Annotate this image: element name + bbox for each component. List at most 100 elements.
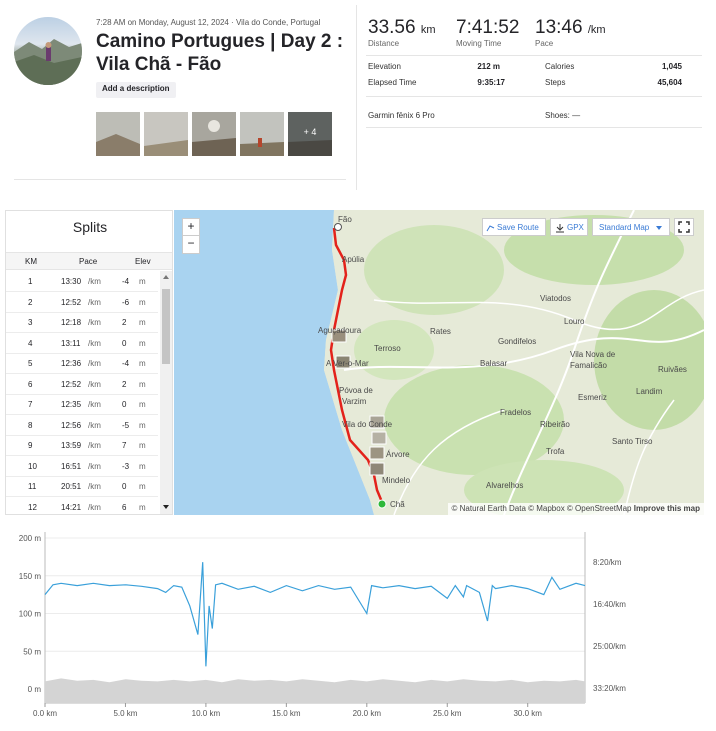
- stats-divider: [366, 55, 702, 56]
- split-elev: 2: [122, 379, 127, 389]
- map-place-label: Famalicão: [570, 361, 607, 370]
- start-marker-icon: [377, 499, 387, 509]
- y2-tick-label: 8:20/km: [593, 558, 622, 567]
- gpx-button[interactable]: GPX: [550, 218, 588, 236]
- split-pace-unit: /km: [88, 420, 101, 430]
- split-elev-unit: m: [139, 461, 146, 471]
- x-tick-label: 15.0 km: [272, 709, 301, 718]
- zoom-in-button[interactable]: +: [183, 219, 199, 236]
- y2-tick-label: 33:20/km: [593, 684, 626, 693]
- fullscreen-button[interactable]: [674, 218, 694, 236]
- photo-3: [192, 112, 236, 156]
- photo-thumbnail[interactable]: [144, 112, 188, 156]
- split-row[interactable]: 11 20:51/km 0 m: [6, 476, 158, 497]
- split-elev-unit: m: [139, 379, 146, 389]
- split-elev-unit: m: [139, 482, 146, 491]
- split-km: 2: [28, 297, 33, 307]
- map-style-dropdown[interactable]: Standard Map: [592, 218, 670, 236]
- improve-map-link[interactable]: Improve this map: [634, 504, 700, 513]
- x-tick-label: 20.0 km: [353, 709, 382, 718]
- map-place-label: Póvoa de: [339, 386, 373, 395]
- split-pace-unit: /km: [88, 318, 101, 327]
- distance-value: 33.56: [368, 17, 416, 38]
- splits-pace-header: Pace: [79, 257, 98, 266]
- split-row[interactable]: 8 12:56/km -5 m: [6, 415, 158, 436]
- distance-unit: km: [420, 24, 436, 36]
- split-elev-unit: m: [139, 400, 146, 409]
- split-row[interactable]: 10 16:51/km -3 m: [6, 456, 158, 477]
- split-pace-unit: /km: [88, 461, 101, 471]
- split-row[interactable]: 6 12:52/km 2 m: [6, 374, 158, 395]
- attribution-text[interactable]: © Natural Earth Data © Mapbox © OpenStre…: [452, 504, 632, 513]
- photo-thumbnail[interactable]: [240, 112, 284, 156]
- map-place-label: Esmeriz: [578, 393, 607, 402]
- split-elev: 0: [122, 338, 127, 348]
- map-place-label: Mindelo: [382, 476, 411, 485]
- split-elev-unit: m: [139, 297, 146, 307]
- y2-tick-label: 25:00/km: [593, 642, 626, 651]
- map-place-label: Viatodos: [540, 294, 571, 303]
- shoes-label: Shoes: —: [545, 111, 581, 120]
- avatar-photo: [14, 39, 82, 85]
- split-row[interactable]: 3 12:18/km 2 m: [6, 312, 158, 333]
- map-place-label: A Ver-o-Mar: [326, 359, 369, 368]
- add-description-button[interactable]: Add a description: [96, 82, 176, 98]
- steps-value: 45,604: [657, 78, 682, 87]
- photo-thumbnail[interactable]: [192, 112, 236, 156]
- split-pace-unit: /km: [88, 359, 101, 368]
- split-km: 12: [28, 502, 37, 512]
- stats-divider-3: [366, 127, 702, 128]
- scroll-down-icon[interactable]: [160, 503, 172, 511]
- map-place-label: Gondifelos: [498, 337, 537, 346]
- activity-title: Camino Portugues | Day 2 : Vila Chã - Fã…: [96, 31, 344, 75]
- moving-time-value: 7:41:52: [456, 17, 520, 38]
- split-pace-unit: /km: [88, 400, 101, 409]
- map-place-label: Chã: [390, 500, 405, 509]
- photo-1: [96, 112, 140, 156]
- splits-scrollbar[interactable]: [160, 271, 172, 514]
- split-elev-unit: m: [139, 277, 146, 286]
- split-elev: 6: [122, 502, 127, 512]
- y2-tick-label: 16:40/km: [593, 600, 626, 609]
- scroll-thumb[interactable]: [162, 289, 170, 364]
- split-row[interactable]: 5 12:36/km -4 m: [6, 353, 158, 374]
- route-map[interactable]: + − Save Route GPX Standard Map Fão Apúli…: [174, 210, 704, 515]
- split-pace: 16:51: [61, 461, 82, 471]
- split-row[interactable]: 12 14:21/km 6 m: [6, 497, 158, 515]
- split-elev: 0: [122, 400, 127, 409]
- split-km: 6: [28, 379, 33, 389]
- split-row[interactable]: 4 13:11/km 0 m: [6, 333, 158, 354]
- map-place-label: Varzim: [342, 397, 367, 406]
- splits-km-header: KM: [25, 257, 37, 266]
- split-row[interactable]: 7 12:35/km 0 m: [6, 394, 158, 415]
- split-row[interactable]: 1 13:30/km -4 m: [6, 271, 158, 292]
- map-place-label: Apúlia: [342, 255, 365, 264]
- split-pace: 12:52: [61, 379, 82, 389]
- split-row[interactable]: 9 13:59/km 7 m: [6, 435, 158, 456]
- map-place-label: Alvarelhos: [486, 481, 524, 490]
- map-place-label: Aguçadoura: [318, 326, 362, 335]
- athlete-avatar[interactable]: [14, 17, 82, 85]
- split-km: 7: [28, 400, 33, 409]
- map-place-label: Fão: [338, 215, 352, 224]
- split-pace: 12:18: [61, 318, 82, 327]
- pace-unit: /km: [587, 24, 606, 36]
- split-elev: 0: [122, 482, 127, 491]
- split-row[interactable]: 2 12:52/km -6 m: [6, 292, 158, 313]
- stats-divider-2: [366, 96, 702, 97]
- split-elev-unit: m: [139, 318, 146, 327]
- split-km: 10: [28, 461, 37, 471]
- split-pace: 14:21: [61, 502, 82, 512]
- save-route-label: Save Route: [497, 223, 539, 232]
- split-pace: 13:30: [61, 277, 82, 286]
- split-elev: 7: [122, 441, 127, 450]
- more-photos-button[interactable]: + 4: [288, 112, 332, 156]
- zoom-out-button[interactable]: −: [183, 236, 199, 253]
- moving-time-label: Moving Time: [456, 39, 502, 48]
- scroll-up-icon[interactable]: [160, 273, 172, 281]
- elevation-pace-chart[interactable]: 200 m 150 m 100 m 50 m 0 m 8:20/km 16:40/km 25:…: [5, 522, 705, 727]
- save-route-button[interactable]: Save Route: [482, 218, 546, 236]
- photo-thumbnail[interactable]: [96, 112, 140, 156]
- split-elev-unit: m: [139, 359, 146, 368]
- split-pace-unit: /km: [88, 277, 101, 286]
